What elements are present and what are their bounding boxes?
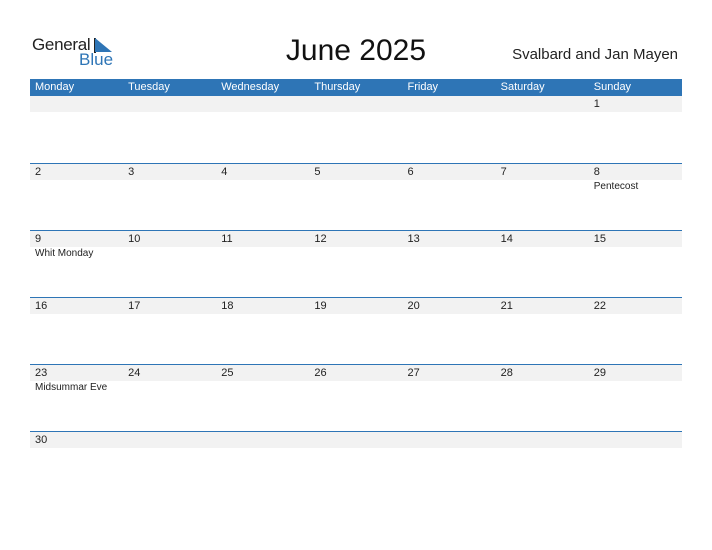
events-row: Midsummar Eve <box>30 381 682 394</box>
weekday-header: Monday Tuesday Wednesday Thursday Friday Satu… <box>30 79 682 96</box>
day-number: 15 <box>593 233 606 245</box>
day-number: 19 <box>314 300 327 312</box>
day-number: 28 <box>500 367 513 379</box>
day-number: 3 <box>128 166 135 178</box>
day-number <box>496 432 589 448</box>
day-number-strip: 23 24 25 26 27 28 29 <box>30 365 682 381</box>
day-number <box>216 432 309 448</box>
day-number-strip: 9 10 11 12 13 14 15 <box>30 231 682 247</box>
calendar-grid: Monday Tuesday Wednesday Thursday Friday Satu… <box>30 79 682 498</box>
day-number <box>403 96 496 112</box>
holiday-label <box>216 247 309 260</box>
holiday-label <box>30 180 123 193</box>
day-number-strip: 16 17 18 19 20 21 22 <box>30 298 682 314</box>
weekday-friday: Friday <box>407 81 439 93</box>
holiday-label <box>123 381 216 394</box>
day-number: 23 <box>35 367 48 379</box>
day-number <box>403 432 496 448</box>
holiday-label <box>403 381 496 394</box>
week-row: 9 10 11 12 13 14 15 Whit Monday <box>30 230 682 297</box>
holiday-label <box>403 180 496 193</box>
day-number: 4 <box>221 166 228 178</box>
day-number: 24 <box>128 367 141 379</box>
day-number: 17 <box>128 300 141 312</box>
day-number: 18 <box>221 300 234 312</box>
holiday-label <box>216 180 309 193</box>
day-number: 8 <box>593 166 600 178</box>
day-number <box>123 432 216 448</box>
weekday-monday: Monday <box>35 81 75 93</box>
holiday-label <box>496 381 589 394</box>
holiday-label <box>216 381 309 394</box>
holiday-label <box>403 247 496 260</box>
day-number: 7 <box>500 166 507 178</box>
week-row: 30 <box>30 431 682 498</box>
weekday-wednesday: Wednesday <box>221 81 280 93</box>
weekday-sunday: Sunday <box>593 81 632 93</box>
holiday-label <box>123 247 216 260</box>
day-number: 21 <box>500 300 513 312</box>
day-number <box>589 432 682 448</box>
day-number: 25 <box>221 367 234 379</box>
holiday-label: Whit Monday <box>35 248 94 259</box>
day-number-strip: 1 <box>30 96 682 112</box>
holiday-label <box>309 247 402 260</box>
day-number <box>123 96 216 112</box>
day-number: 26 <box>314 367 327 379</box>
day-number: 14 <box>500 233 513 245</box>
day-number-strip: 2 3 4 5 6 7 8 <box>30 164 682 180</box>
week-row: 2 3 4 5 6 7 8 Pentecost <box>30 163 682 230</box>
day-number: 16 <box>35 300 48 312</box>
day-number: 12 <box>314 233 327 245</box>
day-number <box>496 96 589 112</box>
day-number: 27 <box>407 367 420 379</box>
day-number-strip: 30 <box>30 432 682 448</box>
holiday-label <box>589 381 682 394</box>
week-row: 23 24 25 26 27 28 29 Midsummar Eve <box>30 364 682 431</box>
day-number: 1 <box>593 98 600 110</box>
week-row: 16 17 18 19 20 21 22 <box>30 297 682 364</box>
day-number: 29 <box>593 367 606 379</box>
weeks-container: 1 2 3 4 5 6 7 8 Pentecost 9 10 11 12 13 14 15 Whit Monda… <box>30 96 682 498</box>
day-number <box>216 96 309 112</box>
holiday-label <box>309 381 402 394</box>
holiday-label: Midsummar Eve <box>35 382 108 393</box>
week-row: 1 <box>30 96 682 163</box>
weekday-saturday: Saturday <box>500 81 545 93</box>
day-number: 5 <box>314 166 321 178</box>
events-row: Whit Monday <box>30 247 682 260</box>
region-label: Svalbard and Jan Mayen <box>512 46 678 63</box>
day-number: 20 <box>407 300 420 312</box>
day-number <box>30 96 123 112</box>
weekday-tuesday: Tuesday <box>128 81 170 93</box>
day-number <box>309 432 402 448</box>
holiday-label <box>496 180 589 193</box>
day-number: 2 <box>35 166 42 178</box>
holiday-label: Pentecost <box>593 181 639 192</box>
holiday-label <box>496 247 589 260</box>
day-number: 10 <box>128 233 141 245</box>
day-number: 22 <box>593 300 606 312</box>
day-number: 6 <box>407 166 414 178</box>
day-number: 11 <box>221 233 233 245</box>
holiday-label <box>309 180 402 193</box>
day-number <box>309 96 402 112</box>
day-number: 13 <box>407 233 420 245</box>
holiday-label <box>589 247 682 260</box>
holiday-label <box>123 180 216 193</box>
day-number: 9 <box>35 233 42 245</box>
events-row: Pentecost <box>30 180 682 193</box>
day-number: 30 <box>35 434 48 446</box>
weekday-thursday: Thursday <box>314 81 361 93</box>
